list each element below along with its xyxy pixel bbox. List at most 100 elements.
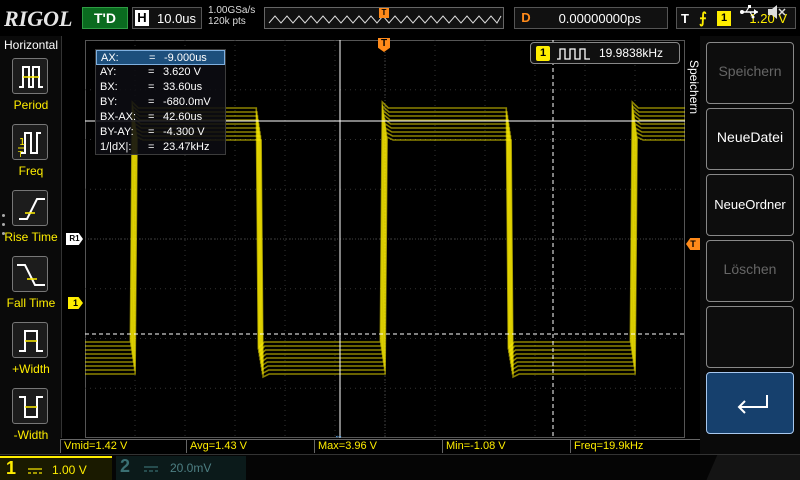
- measurement-avg[interactable]: Avg=1.43 V: [186, 439, 314, 453]
- cursor-row-ay: AY: = 3.620 V: [96, 65, 225, 80]
- measurement-bar: Vmid=1.42 V Avg=1.43 V Max=3.96 V Min=-1…: [60, 438, 700, 454]
- ch1-number: 1: [6, 458, 17, 478]
- cursor-value: 33.60us: [163, 81, 203, 93]
- sample-rate: 1.00GSa/s: [208, 5, 256, 16]
- cursor-value: 23.47kHz: [163, 141, 210, 153]
- cursor-key: 1/|dX|:: [100, 141, 132, 153]
- trigger-level-marker[interactable]: T: [686, 238, 700, 250]
- cursor-eq: =: [148, 141, 155, 153]
- period-icon: [12, 58, 48, 94]
- measure-positive-width[interactable]: +Width: [0, 322, 62, 386]
- freq-icon: 1T: [12, 124, 48, 160]
- top-status-bar: RIGOL T'D H 10.0us 1.00GSa/s 120k pts T …: [0, 0, 800, 36]
- back-icon: [737, 395, 768, 414]
- rise-time-label: Rise Time: [4, 230, 58, 244]
- fall-time-icon: [12, 256, 48, 292]
- measurement-vmid[interactable]: Vmid=1.42 V: [60, 439, 186, 453]
- trigger-status-badge: T'D: [82, 7, 128, 29]
- cursor-eq: =: [148, 111, 155, 123]
- speichern-label: Speichern: [718, 63, 782, 79]
- negative-width-label: -Width: [13, 428, 49, 442]
- fall-time-label: Fall Time: [6, 296, 56, 310]
- trigger-delay[interactable]: D 0.00000000ps: [514, 7, 668, 29]
- cursor-row-by-ay: BY-AY: = -4.300 V: [96, 125, 225, 140]
- measurement-freq[interactable]: Freq=19.9kHz: [570, 439, 700, 453]
- empty-softkey[interactable]: [706, 306, 794, 368]
- measure-fall-time[interactable]: Fall Time: [0, 256, 62, 320]
- cursor-row-by: BY: = -680.0mV: [96, 95, 225, 110]
- cursor-value: -9.000us: [164, 52, 207, 64]
- ch2-scale-tab[interactable]: 2 20.0mV: [116, 456, 246, 480]
- cursor-row-bx-ax: BX-AX: = 42.60us: [96, 110, 225, 125]
- cursor-key: AX:: [101, 52, 119, 64]
- timebase-value: 10.0us: [157, 11, 197, 26]
- cursor-value: -680.0mV: [163, 96, 211, 108]
- negative-width-icon: [12, 388, 48, 424]
- cursor-key: BX:: [100, 81, 118, 93]
- ch1-scale: 1.00 V: [52, 463, 87, 477]
- cursor-row-bx: BX: = 33.60us: [96, 80, 225, 95]
- measurement-max[interactable]: Max=3.96 V: [314, 439, 442, 453]
- delay-tag: D: [521, 10, 531, 25]
- loeschen-button[interactable]: Löschen: [706, 240, 794, 302]
- loeschen-label: Löschen: [723, 261, 777, 277]
- cursor-eq: =: [148, 66, 155, 78]
- positive-width-icon: [12, 322, 48, 358]
- cursor-eq: =: [149, 52, 156, 64]
- svg-text:T: T: [17, 150, 23, 159]
- square-wave-icon: [557, 48, 590, 60]
- trigger-source-badge: 1: [717, 11, 731, 26]
- speaker-muted-icon[interactable]: [766, 4, 786, 20]
- measure-period[interactable]: Period: [0, 58, 62, 122]
- cursor-key: BX-AX:: [100, 111, 137, 123]
- positive-width-label: +Width: [12, 362, 50, 376]
- speichern-button[interactable]: Speichern: [706, 42, 794, 104]
- memory-waveform-overview: T: [264, 7, 504, 29]
- cursor-value: 3.620 V: [163, 66, 201, 78]
- neue-ordner-button[interactable]: NeueOrdner: [706, 174, 794, 236]
- dc-coupling-icon: [28, 468, 42, 474]
- cursor-row-inv-dx: 1/|dX|: = 23.47kHz: [96, 140, 225, 155]
- dc-coupling-icon: [144, 466, 158, 472]
- cursor-readout-panel: AX: = -9.000us AY: = 3.620 V BX: = 33.60us BY:…: [95, 49, 226, 155]
- measure-negative-width[interactable]: -Width: [0, 388, 62, 452]
- memory-trigger-marker: T: [379, 8, 389, 18]
- measure-rise-time[interactable]: Rise Time: [0, 190, 62, 254]
- channel-status-bar: 1 1.00 V 2 20.0mV: [0, 454, 800, 480]
- cursor-eq: =: [148, 126, 155, 138]
- rise-time-icon: [12, 190, 48, 226]
- cursor-key: BY-AY:: [100, 126, 134, 138]
- measurement-min[interactable]: Min=-1.08 V: [442, 439, 570, 453]
- neue-datei-button[interactable]: NeueDatei: [706, 108, 794, 170]
- trigger-tag: T: [681, 11, 689, 26]
- reference-marker[interactable]: R1: [66, 233, 83, 245]
- horizontal-tag: H: [135, 10, 149, 26]
- ch1-scale-tab[interactable]: 1 1.00 V: [0, 456, 112, 480]
- back-button[interactable]: [706, 372, 794, 434]
- measure-freq[interactable]: 1T Freq: [0, 124, 62, 188]
- memory-depth: 120k pts: [208, 16, 246, 27]
- ch1-offset-marker[interactable]: 1: [68, 297, 83, 309]
- right-menu-title: Speichern: [687, 60, 701, 115]
- cursor-value: -4.300 V: [163, 126, 205, 138]
- neue-ordner-label: NeueOrdner: [714, 197, 786, 212]
- acquisition-info: 1.00GSa/s 120k pts: [208, 5, 255, 27]
- left-measure-menu: Horizontal Period 1T Freq Rise Time Fall…: [0, 36, 62, 454]
- usb-icon: [740, 5, 758, 19]
- cursor-value: 42.60us: [163, 111, 203, 123]
- horizontal-timebase[interactable]: H 10.0us: [132, 7, 202, 29]
- ch2-number: 2: [120, 456, 131, 476]
- counter-channel-badge: 1: [536, 46, 550, 61]
- counter-value: 19.9838kHz: [599, 46, 664, 60]
- left-menu-title: Horizontal: [3, 38, 59, 52]
- status-icon-area: [706, 455, 800, 480]
- frequency-counter: 1 19.9838kHz: [530, 42, 680, 64]
- cursor-key: AY:: [100, 66, 117, 78]
- cursor-eq: =: [148, 81, 155, 93]
- period-label: Period: [13, 98, 49, 112]
- rigol-logo: RIGOL: [4, 6, 73, 31]
- svg-text:1: 1: [19, 137, 25, 148]
- rising-edge-icon: ⨍: [699, 10, 707, 27]
- neue-datei-label: NeueDatei: [716, 129, 784, 145]
- cursor-row-ax[interactable]: AX: = -9.000us: [96, 50, 225, 65]
